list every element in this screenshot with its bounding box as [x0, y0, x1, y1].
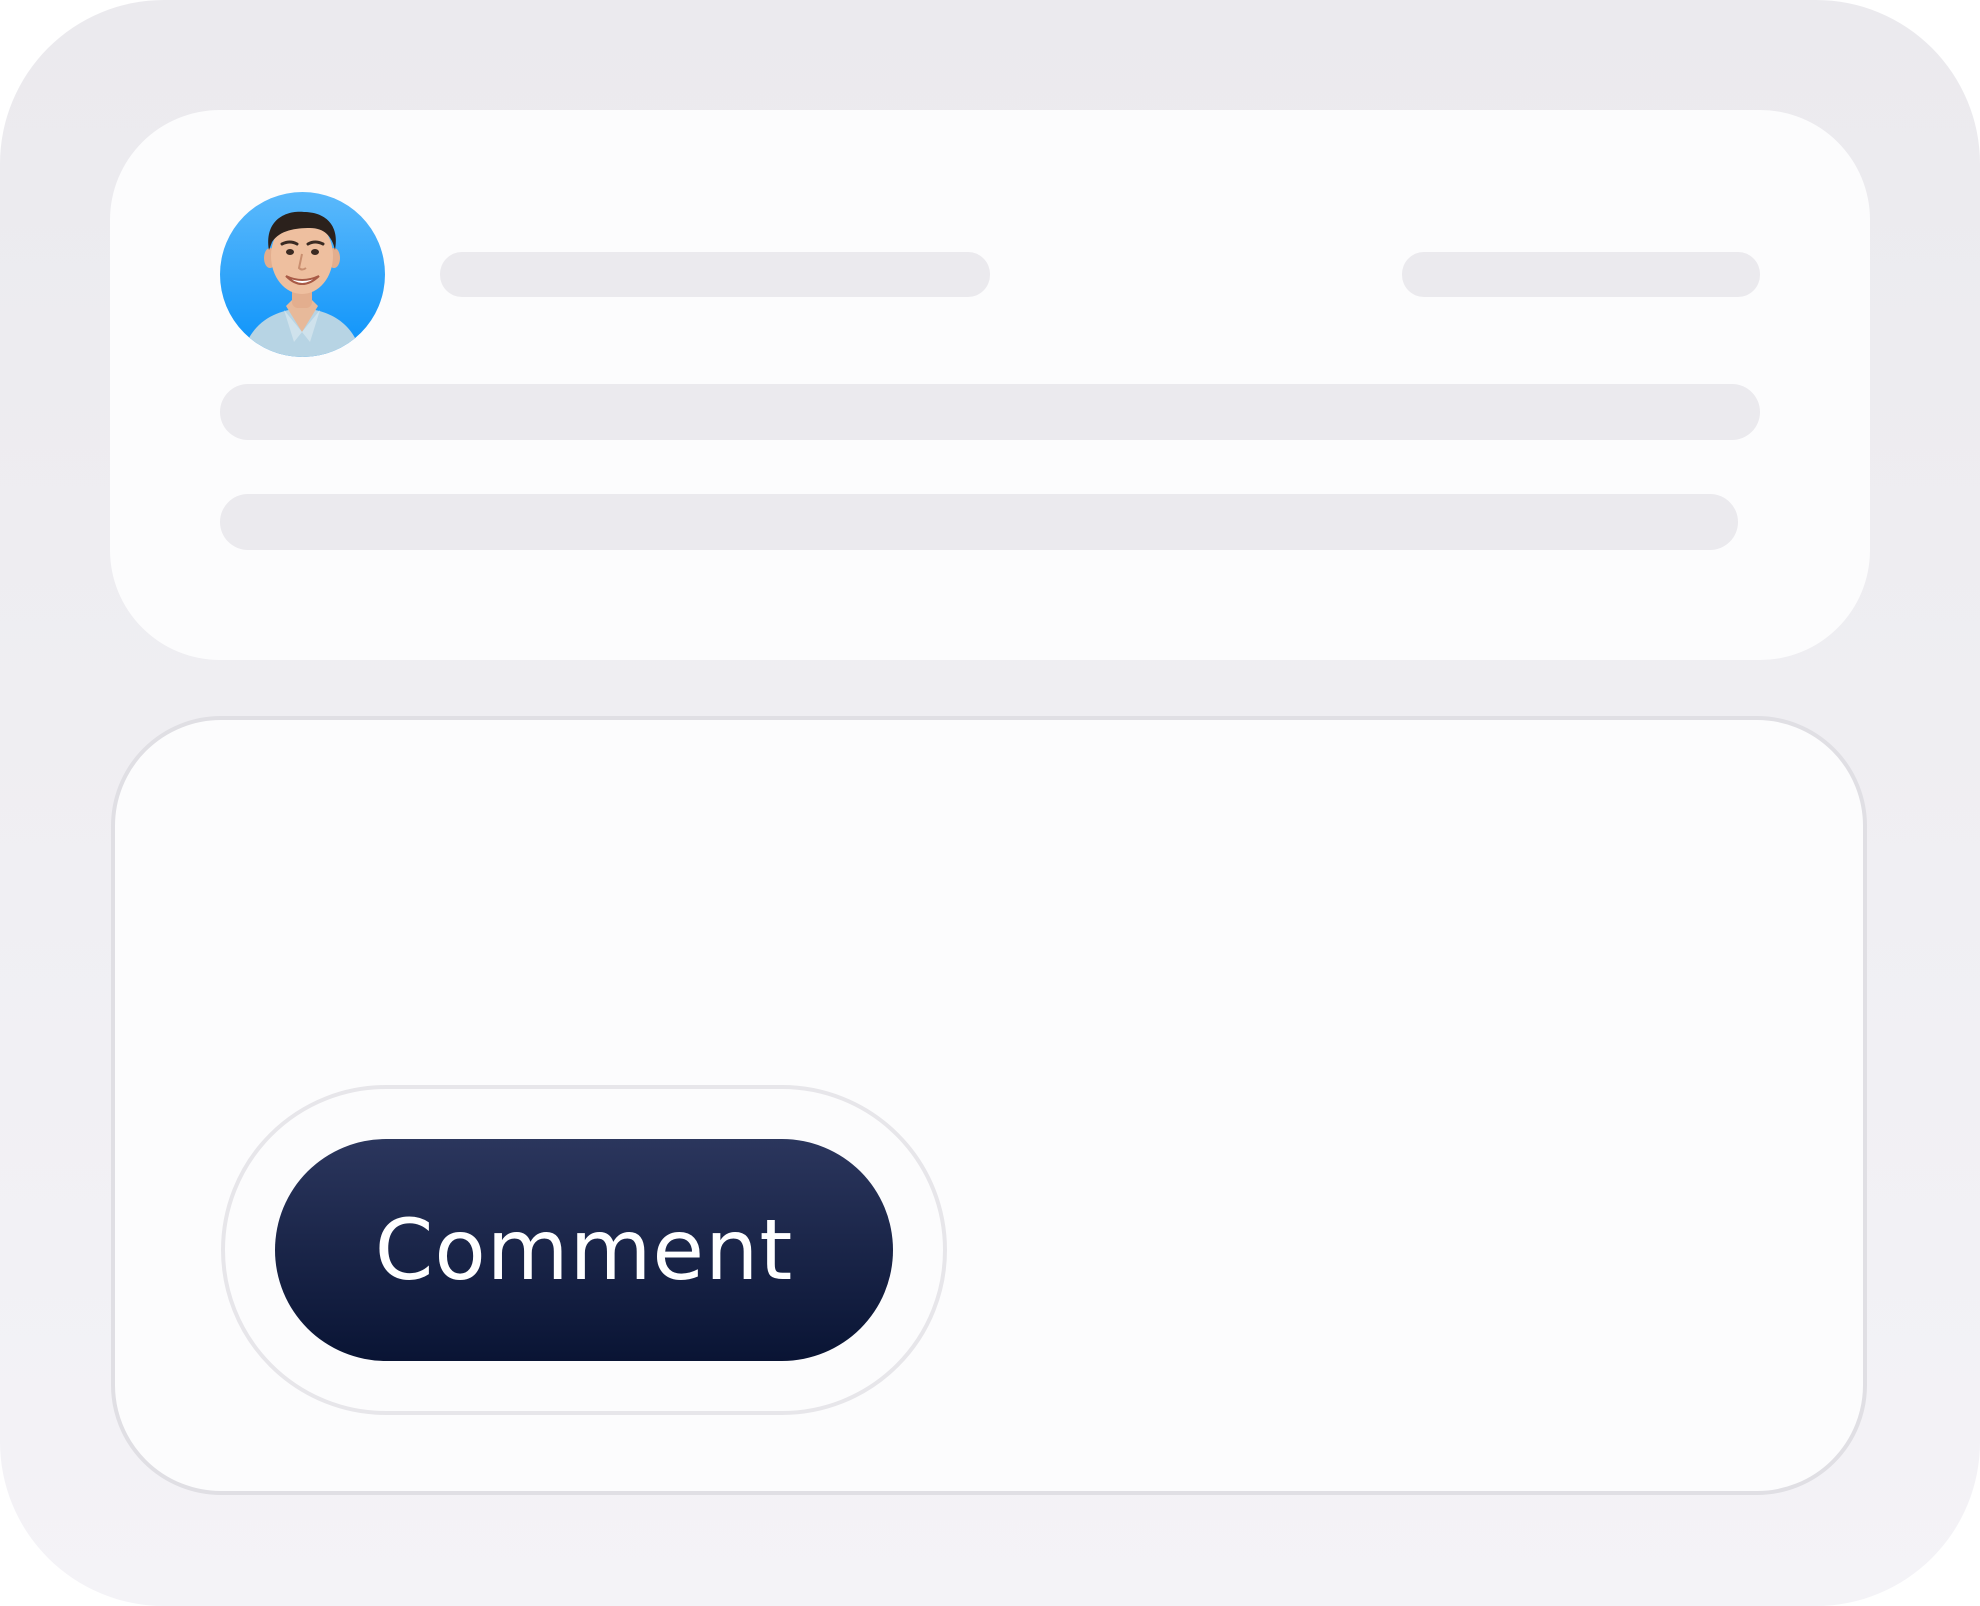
comment-input-box[interactable]: Comment	[111, 716, 1867, 1495]
comment-button[interactable]: Comment	[275, 1139, 893, 1361]
post-text-line-placeholder	[220, 494, 1738, 550]
avatar[interactable]	[220, 192, 385, 357]
author-name-placeholder	[440, 252, 990, 297]
post-meta-placeholder	[1402, 252, 1760, 297]
app-frame: Comment	[0, 0, 1980, 1606]
post-card	[110, 110, 1870, 660]
post-text-line-placeholder	[220, 384, 1760, 440]
comment-button-focus-ring: Comment	[221, 1085, 947, 1415]
avatar-photo	[242, 211, 362, 357]
